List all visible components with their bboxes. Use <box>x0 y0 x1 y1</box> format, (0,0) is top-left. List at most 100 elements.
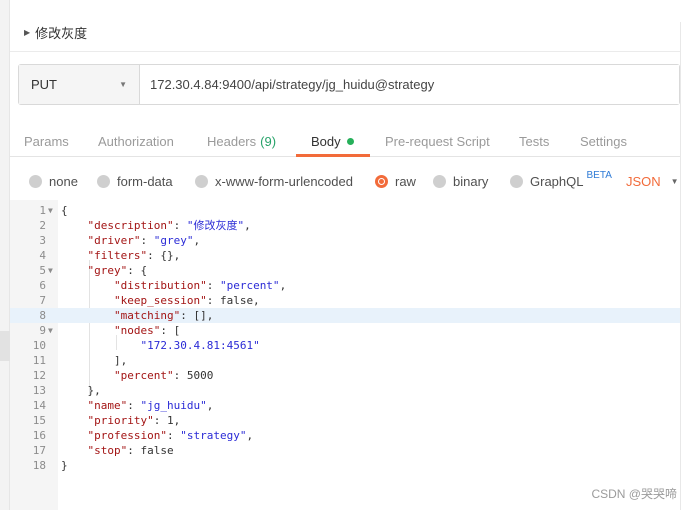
line-number: 8 <box>39 309 46 322</box>
top-strip <box>10 0 691 22</box>
line-number: 7 <box>39 294 46 307</box>
code-editor[interactable]: 1 ▼{2 "description": "修改灰度", 3 "driver": "… <box>10 200 680 510</box>
radio-form-data[interactable]: form-data <box>97 174 173 189</box>
chevron-down-icon: ▼ <box>670 177 679 186</box>
fold-toggle-icon[interactable]: ▼ <box>48 323 58 338</box>
radio-raw[interactable]: raw <box>375 174 416 189</box>
code-text: "keep_session": false, <box>113 294 260 307</box>
headers-count: (9) <box>260 133 277 149</box>
radio-selected-icon <box>375 175 388 188</box>
line-number: 16 <box>32 429 46 442</box>
tab-pre-request-script[interactable]: Pre-request Script <box>385 126 490 156</box>
code-text: "nodes": [ <box>113 324 181 337</box>
radio-circle-icon <box>97 175 110 188</box>
url-bar: PUT ▼ 172.30.4.84:9400/api/strategy/jg_h… <box>18 64 680 105</box>
right-scrollbar[interactable] <box>680 22 691 510</box>
code-text: "description": "修改灰度", <box>87 219 251 232</box>
line-number: 1 <box>39 204 46 217</box>
code-text: ], <box>61 354 128 367</box>
radio-label: none <box>49 174 78 189</box>
tab-label: Tests <box>519 133 550 149</box>
code-line[interactable]: 4 "filters": {}, <box>10 248 680 263</box>
code-line[interactable]: 5 ▼ "grey": { <box>10 263 680 278</box>
line-number: 9 <box>39 324 46 337</box>
tab-label: Settings <box>580 133 627 149</box>
code-text: "percent": 5000 <box>113 369 214 382</box>
line-number: 2 <box>39 219 46 232</box>
code-text: "priority": 1, <box>87 414 181 427</box>
code-line[interactable]: 1 ▼{ <box>10 203 680 218</box>
code-line[interactable]: 17 "stop": false <box>10 443 680 458</box>
active-tab-underline <box>296 154 370 157</box>
tab-label: Body <box>311 133 341 149</box>
line-number: 14 <box>32 399 46 412</box>
radio-label: GraphQL <box>530 174 584 189</box>
code-text: "profession": "strategy", <box>87 429 254 442</box>
code-line[interactable]: 11 ], <box>10 353 680 368</box>
line-number: 18 <box>32 459 46 472</box>
code-text: }, <box>61 384 101 397</box>
fold-toggle-icon[interactable]: ▼ <box>48 263 58 278</box>
line-number: 6 <box>39 279 46 292</box>
code-line[interactable]: 15 "priority": 1, <box>10 413 680 428</box>
format-select-value: JSON <box>626 174 661 189</box>
body-type-options: none form-data x-www-form-urlencoded raw… <box>10 168 691 196</box>
code-line[interactable]: 9 ▼ "nodes": [ <box>10 323 680 338</box>
line-number: 11 <box>32 354 46 367</box>
code-line[interactable]: 10 "172.30.4.81:4561" <box>10 338 680 353</box>
code-line[interactable]: 2 "description": "修改灰度", <box>10 218 680 233</box>
url-input[interactable]: 172.30.4.84:9400/api/strategy/jg_huidu@s… <box>140 65 679 104</box>
fold-toggle-icon[interactable]: ▼ <box>48 203 58 218</box>
tab-tests[interactable]: Tests <box>519 126 549 156</box>
code-line[interactable]: 14 "name": "jg_huidu", <box>10 398 680 413</box>
code-line[interactable]: 13 }, <box>10 383 680 398</box>
method-label: PUT <box>31 77 57 92</box>
line-number: 4 <box>39 249 46 262</box>
radio-circle-icon <box>29 175 42 188</box>
line-number: 10 <box>32 339 46 352</box>
code-line[interactable]: 7 "keep_session": false, <box>10 293 680 308</box>
radio-label: x-www-form-urlencoded <box>215 174 353 189</box>
format-select[interactable]: JSON ▼ <box>626 174 679 189</box>
left-panel-marker <box>0 331 10 361</box>
radio-binary[interactable]: binary <box>433 174 488 189</box>
code-line[interactable]: 6 "distribution": "percent", <box>10 278 680 293</box>
radio-circle-icon <box>433 175 446 188</box>
code-text: "grey": { <box>87 264 148 277</box>
line-number: 13 <box>32 384 46 397</box>
request-title: 修改灰度 <box>35 26 88 42</box>
code-text: } <box>61 459 68 472</box>
tab-label: Headers <box>207 133 257 149</box>
line-number: 17 <box>32 444 46 457</box>
tab-headers[interactable]: Headers (9) <box>207 126 276 156</box>
radio-graphql[interactable]: GraphQL BETA <box>510 170 612 189</box>
radio-x-www-form-urlencoded[interactable]: x-www-form-urlencoded <box>195 174 353 189</box>
code-line[interactable]: 18} <box>10 458 680 473</box>
code-line[interactable]: 16 "profession": "strategy", <box>10 428 680 443</box>
code-text: "name": "jg_huidu", <box>87 399 214 412</box>
tab-label: Params <box>24 133 69 149</box>
request-tabs: Params Authorization Headers (9) Body Pr… <box>10 126 680 157</box>
code-line[interactable]: 12 "percent": 5000 <box>10 368 680 383</box>
method-select[interactable]: PUT ▼ <box>19 65 140 104</box>
caret-right-icon[interactable]: ▶ <box>24 28 30 37</box>
tab-body[interactable]: Body <box>311 126 354 156</box>
line-number: 3 <box>39 234 46 247</box>
code-line[interactable]: 8 "matching": [], <box>10 308 680 323</box>
tab-settings[interactable]: Settings <box>580 126 627 156</box>
radio-circle-icon <box>510 175 523 188</box>
tab-params[interactable]: Params <box>24 126 69 156</box>
code-text: "172.30.4.81:4561" <box>140 339 260 352</box>
code-line[interactable]: 3 "driver": "grey", <box>10 233 680 248</box>
radio-none[interactable]: none <box>29 174 78 189</box>
code-text: "driver": "grey", <box>87 234 201 247</box>
code-text: "distribution": "percent", <box>113 279 287 292</box>
header-divider <box>10 51 680 52</box>
tab-authorization[interactable]: Authorization <box>98 126 174 156</box>
tab-label: Authorization <box>98 133 174 149</box>
request-title-row[interactable]: ▶ 修改灰度 <box>24 22 87 42</box>
left-panel-edge <box>0 0 10 510</box>
line-number: 12 <box>32 369 46 382</box>
line-number: 5 <box>39 264 46 277</box>
line-number: 15 <box>32 414 46 427</box>
